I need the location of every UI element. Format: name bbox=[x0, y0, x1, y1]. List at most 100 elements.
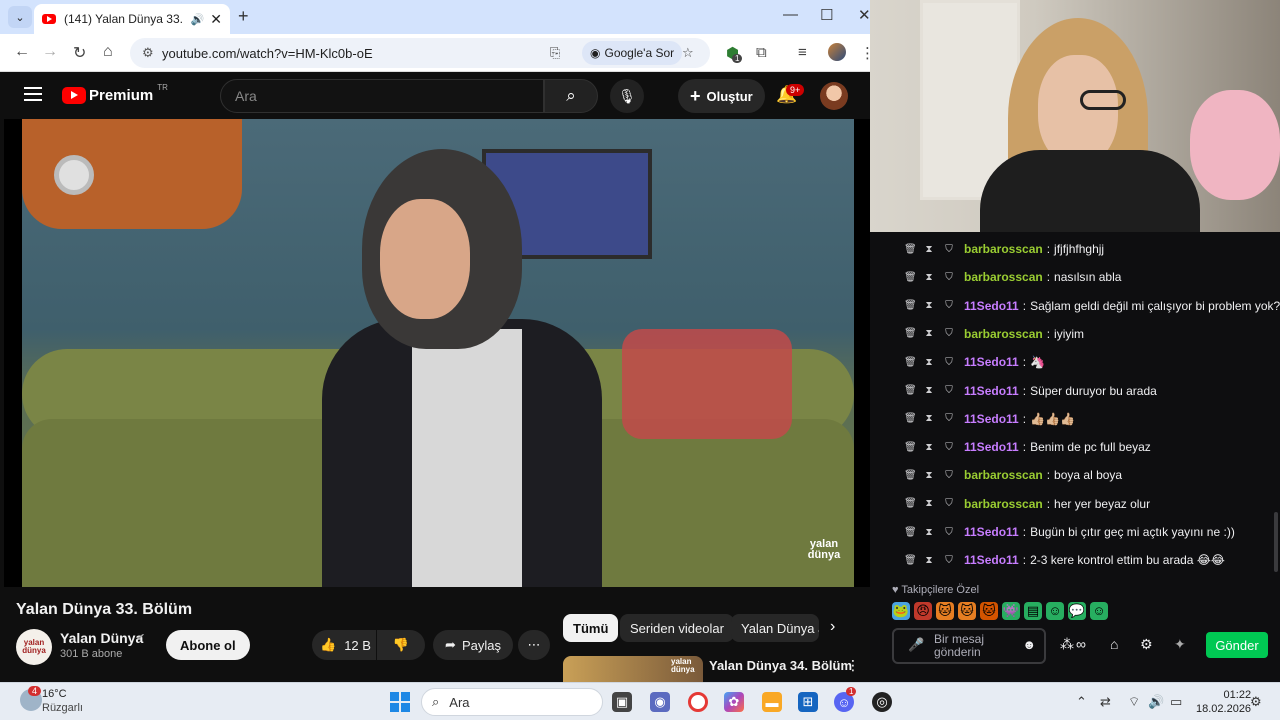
store-app-icon[interactable]: ⊞ bbox=[798, 692, 818, 712]
new-tab-icon[interactable]: + bbox=[238, 6, 249, 27]
delete-trash-icon[interactable]: 🗑 bbox=[904, 244, 917, 255]
create-button[interactable]: + Oluştur bbox=[678, 79, 765, 113]
recommendation-title[interactable]: Yalan Dünya 34. Bölüm bbox=[709, 658, 852, 673]
send-button[interactable]: Gönder bbox=[1206, 632, 1268, 658]
close-tab-icon[interactable]: ✕ bbox=[210, 11, 222, 28]
emote-icon[interactable]: 🐱 bbox=[958, 602, 976, 620]
delete-trash-icon[interactable]: 🗑 bbox=[904, 385, 917, 396]
close-window-icon[interactable]: ✕ bbox=[858, 6, 870, 24]
emote-icon[interactable]: ☺ bbox=[1046, 602, 1064, 620]
mod-shield-icon[interactable]: ⛉ bbox=[944, 385, 954, 396]
channel-avatar[interactable]: yalan dünya bbox=[16, 629, 52, 665]
voice-search-mic-icon[interactable]: 🎙 bbox=[610, 79, 644, 113]
emote-icon[interactable]: 😠 bbox=[914, 602, 932, 620]
chat-app-icon[interactable]: ◉ bbox=[650, 692, 670, 712]
speaker-icon[interactable]: 🔊 bbox=[191, 13, 205, 26]
emote-icon[interactable]: ▤ bbox=[1024, 602, 1042, 620]
timeout-hourglass-icon[interactable]: ⧗ bbox=[924, 272, 934, 283]
infinity-icon[interactable]: ∞ bbox=[1076, 636, 1086, 652]
battery-icon[interactable]: ▭ bbox=[1170, 694, 1182, 710]
timeout-hourglass-icon[interactable]: ⧗ bbox=[924, 357, 934, 368]
extensions-puzzle-icon[interactable]: ⧉ bbox=[756, 44, 767, 61]
chat-username[interactable]: barbarosscan bbox=[964, 468, 1043, 482]
mod-shield-icon[interactable]: ⛉ bbox=[944, 244, 954, 255]
volume-icon[interactable]: 🔊 bbox=[1148, 694, 1164, 710]
weather-temperature[interactable]: 16°C bbox=[42, 688, 67, 700]
weather-description[interactable]: Rüzgarlı bbox=[42, 702, 83, 714]
emote-icon[interactable]: 🐱 bbox=[980, 602, 998, 620]
chat-mic-icon[interactable]: 🎤 bbox=[908, 638, 924, 651]
mod-shield-icon[interactable]: ⛉ bbox=[944, 300, 954, 311]
emote-icon[interactable]: ☺ bbox=[1090, 602, 1108, 620]
delete-trash-icon[interactable]: 🗑 bbox=[904, 470, 917, 481]
site-info-icon[interactable]: ⚙ bbox=[142, 45, 154, 61]
timeout-hourglass-icon[interactable]: ⧗ bbox=[924, 244, 934, 255]
timeout-hourglass-icon[interactable]: ⧗ bbox=[924, 413, 934, 424]
emote-icon[interactable]: 👾 bbox=[1002, 602, 1020, 620]
obs-icon[interactable]: ◎ bbox=[872, 692, 892, 712]
mod-shield-icon[interactable]: ⛉ bbox=[944, 357, 954, 368]
delete-trash-icon[interactable]: 🗑 bbox=[904, 357, 917, 368]
maximize-icon[interactable]: ☐ bbox=[820, 6, 833, 24]
delete-trash-icon[interactable]: 🗑 bbox=[904, 413, 917, 424]
language-icon[interactable]: ⇄ bbox=[1100, 694, 1111, 710]
timeout-hourglass-icon[interactable]: ⧗ bbox=[924, 470, 934, 481]
timeout-hourglass-icon[interactable]: ⧗ bbox=[924, 555, 934, 566]
notifications-icon[interactable]: ⚙ bbox=[1250, 694, 1262, 710]
settings-gear-icon[interactable]: ⚙ bbox=[1140, 636, 1153, 653]
wifi-icon[interactable]: ⌔ bbox=[1128, 694, 1140, 710]
address-bar[interactable]: ⚙ youtube.com/watch?v=HM-Klc0b-oE ⎘ ◉ Go… bbox=[130, 38, 710, 68]
youtube-search-input[interactable]: Ara bbox=[220, 79, 544, 113]
forward-icon[interactable]: → bbox=[42, 43, 58, 61]
youtube-premium-logo[interactable]: Premium TR bbox=[62, 83, 168, 104]
chat-username[interactable]: 11Sedo11 bbox=[964, 553, 1019, 567]
tab-search-chevron-icon[interactable]: ⌄ bbox=[8, 6, 32, 28]
search-button[interactable]: ⌕ bbox=[544, 79, 598, 113]
profile-avatar[interactable] bbox=[828, 43, 846, 61]
chip-series-videos[interactable]: Seriden videolar bbox=[620, 614, 734, 642]
home-icon[interactable]: ⌂ bbox=[103, 43, 113, 61]
minimize-icon[interactable]: — bbox=[783, 6, 798, 23]
chat-scrollbar[interactable] bbox=[1274, 512, 1278, 572]
share-button[interactable]: ➦ Paylaş bbox=[433, 630, 513, 660]
delete-trash-icon[interactable]: 🗑 bbox=[904, 272, 917, 283]
mod-shield-icon[interactable]: ⛉ bbox=[944, 442, 954, 453]
tray-chevron-up-icon[interactable]: ⌃ bbox=[1076, 694, 1087, 710]
system-clock[interactable]: 01:22 18.02.2026 bbox=[1196, 688, 1251, 716]
chip-yalan-dunya[interactable]: Yalan Dünya a bbox=[731, 614, 819, 642]
dislike-button[interactable]: 👎 bbox=[377, 630, 425, 660]
timeout-hourglass-icon[interactable]: ⧗ bbox=[924, 385, 934, 396]
emote-icon[interactable]: 🐱 bbox=[936, 602, 954, 620]
reload-icon[interactable]: ↻ bbox=[73, 43, 86, 63]
like-button[interactable]: 👍 12 B bbox=[312, 630, 376, 660]
store-icon[interactable]: ⌂ bbox=[1110, 636, 1118, 652]
bot-icon[interactable]: ✦ bbox=[1174, 636, 1186, 653]
emote-icon[interactable]: 🐸 bbox=[892, 602, 910, 620]
bookmark-star-icon[interactable]: ☆ bbox=[682, 45, 694, 61]
file-explorer-icon[interactable]: ▬ bbox=[762, 692, 782, 712]
mod-shield-icon[interactable]: ⛉ bbox=[944, 498, 954, 509]
back-icon[interactable]: ← bbox=[14, 43, 30, 61]
delete-trash-icon[interactable]: 🗑 bbox=[904, 300, 917, 311]
install-app-icon[interactable]: ⎘ bbox=[550, 45, 560, 61]
mod-shield-icon[interactable]: ⛉ bbox=[944, 470, 954, 481]
chat-username[interactable]: barbarosscan bbox=[964, 270, 1043, 284]
delete-trash-icon[interactable]: 🗑 bbox=[904, 555, 917, 566]
browser-menu-icon[interactable]: ⋮ bbox=[860, 44, 870, 62]
chat-username[interactable]: barbarosscan bbox=[964, 327, 1043, 341]
recommendation-more-icon[interactable]: ⋮ bbox=[846, 657, 860, 674]
mod-shield-icon[interactable]: ⛉ bbox=[944, 328, 954, 339]
chat-username[interactable]: barbarosscan bbox=[964, 242, 1043, 256]
delete-trash-icon[interactable]: 🗑 bbox=[904, 328, 917, 339]
delete-trash-icon[interactable]: 🗑 bbox=[904, 527, 917, 538]
bits-icon[interactable]: ⁂ bbox=[1060, 636, 1074, 653]
media-control-icon[interactable]: ≡ bbox=[798, 44, 807, 61]
chat-username[interactable]: 11Sedo11 bbox=[964, 299, 1019, 313]
timeout-hourglass-icon[interactable]: ⧗ bbox=[924, 527, 934, 538]
chat-message-input[interactable]: 🎤 Bir mesaj gönderin ☻ bbox=[892, 628, 1046, 664]
chat-username[interactable]: 11Sedo11 bbox=[964, 440, 1019, 454]
video-player[interactable]: yalan dünya bbox=[4, 119, 870, 587]
windows-start-icon[interactable] bbox=[390, 692, 410, 712]
timeout-hourglass-icon[interactable]: ⧗ bbox=[924, 300, 934, 311]
chat-username[interactable]: 11Sedo11 bbox=[964, 384, 1019, 398]
